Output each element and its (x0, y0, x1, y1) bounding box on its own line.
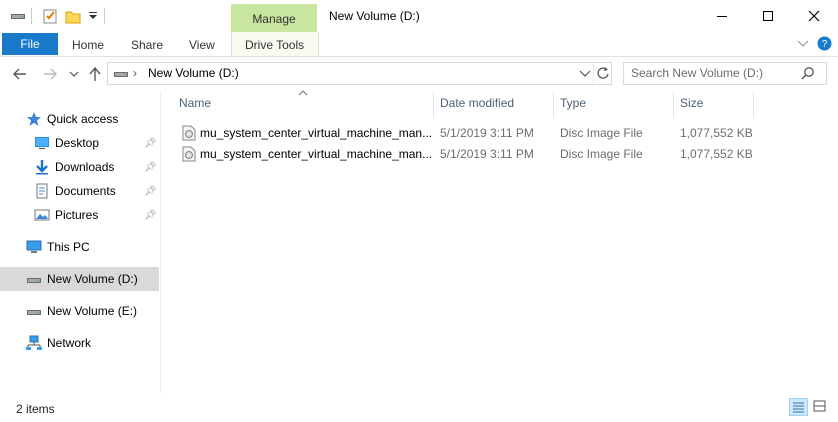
file-type: Disc Image File (560, 126, 643, 140)
details-view-button[interactable] (789, 398, 808, 416)
manage-label: Manage (252, 12, 296, 26)
column-header-name[interactable]: Name (179, 96, 211, 110)
pin-icon[interactable]: 📌︎ (144, 210, 157, 221)
large-icons-view-icon (813, 400, 826, 412)
large-icons-view-button[interactable] (811, 398, 830, 416)
arrow-up-icon (89, 66, 101, 81)
close-button[interactable] (791, 0, 837, 32)
toolbar-divider (104, 8, 105, 24)
file-type: Disc Image File (560, 147, 643, 161)
nav-item-documents[interactable]: Documents 📌︎ (0, 179, 159, 203)
customize-dropdown-icon[interactable] (86, 8, 102, 24)
status-bar (0, 394, 838, 422)
nav-label: New Volume (D:) (47, 272, 138, 286)
nav-item-desktop[interactable]: Desktop 📌︎ (0, 131, 159, 155)
up-button[interactable] (85, 64, 105, 84)
sort-ascending-icon (297, 86, 309, 96)
star-icon (26, 111, 42, 127)
help-icon[interactable]: ? (817, 36, 832, 51)
address-dropdown-icon[interactable] (579, 68, 591, 78)
nav-item-new-volume-e[interactable]: New Volume (E:) (0, 299, 159, 323)
computer-icon (26, 239, 42, 255)
file-size: 1,077,552 KB (680, 147, 753, 161)
item-count: 2 items (16, 402, 55, 416)
window-title: New Volume (D:) (329, 9, 420, 23)
nav-label: Downloads (55, 160, 115, 174)
disc-image-file-icon (181, 125, 197, 141)
nav-item-downloads[interactable]: Downloads 📌︎ (0, 155, 159, 179)
tab-home[interactable]: Home (72, 38, 104, 52)
drive-icon (26, 271, 42, 287)
refresh-icon[interactable] (596, 66, 610, 80)
chevron-down-icon (69, 71, 79, 77)
tab-file[interactable]: File (2, 33, 58, 55)
nav-item-pictures[interactable]: Pictures 📌︎ (0, 203, 159, 227)
details-view-icon (793, 402, 804, 413)
maximize-button[interactable] (745, 0, 791, 32)
column-divider[interactable] (433, 92, 434, 118)
svg-text:?: ? (822, 39, 828, 50)
address-divider (593, 62, 594, 84)
search-input[interactable]: Search New Volume (D:) (631, 66, 763, 80)
forward-button[interactable] (40, 64, 60, 84)
file-size: 1,077,552 KB (680, 126, 753, 140)
recent-locations-button[interactable] (64, 64, 84, 84)
pin-icon[interactable]: 📌︎ (144, 162, 157, 173)
drive-icon[interactable] (10, 8, 26, 24)
nav-label: Quick access (47, 112, 119, 126)
documents-icon (34, 183, 50, 199)
breadcrumb-separator-icon: › (133, 66, 137, 80)
tab-view[interactable]: View (189, 38, 215, 52)
ribbon-expand-icon[interactable] (796, 38, 810, 50)
toolbar-divider (31, 8, 32, 24)
properties-check-icon[interactable] (42, 8, 58, 24)
desktop-icon (34, 135, 50, 151)
breadcrumb-segment[interactable]: New Volume (D:) (148, 66, 239, 80)
nav-label: Documents (55, 184, 116, 198)
back-button[interactable] (10, 64, 30, 84)
nav-label: Network (47, 336, 92, 350)
disc-image-file-icon (181, 146, 197, 162)
tab-drive-tools[interactable]: Drive Tools (245, 38, 304, 52)
column-header-type[interactable]: Type (560, 96, 586, 110)
nav-label: Pictures (55, 208, 99, 222)
drive-icon (26, 303, 42, 319)
nav-item-quick-access[interactable]: Quick access (0, 107, 159, 131)
minimize-button[interactable] (699, 0, 745, 32)
file-date-modified: 5/1/2019 3:11 PM (440, 147, 534, 161)
pin-icon[interactable]: 📌︎ (144, 138, 157, 149)
nav-item-network[interactable]: Network (0, 331, 159, 355)
column-divider[interactable] (673, 92, 674, 118)
file-name[interactable]: mu_system_center_virtual_machine_man... (200, 147, 432, 161)
nav-item-new-volume-d[interactable]: New Volume (D:) (0, 267, 159, 291)
new-folder-icon[interactable] (65, 8, 81, 24)
nav-label: This PC (47, 240, 90, 254)
arrow-right-icon (44, 68, 57, 80)
nav-item-this-pc[interactable]: This PC (0, 235, 159, 259)
minimize-icon (717, 16, 727, 17)
file-name[interactable]: mu_system_center_virtual_machine_man... (200, 126, 432, 140)
ribbon-tab-bar (0, 32, 838, 57)
nav-label: Desktop (55, 136, 100, 150)
maximize-icon (763, 11, 773, 21)
network-icon (26, 335, 42, 351)
download-icon (34, 159, 50, 175)
file-date-modified: 5/1/2019 3:11 PM (440, 126, 534, 140)
drive-icon (113, 66, 129, 82)
pin-icon[interactable]: 📌︎ (144, 186, 157, 197)
search-icon[interactable] (801, 66, 815, 80)
tab-share[interactable]: Share (131, 38, 163, 52)
nav-label: New Volume (E:) (47, 304, 138, 318)
column-header-size[interactable]: Size (680, 96, 703, 110)
close-icon (808, 10, 820, 22)
pictures-icon (34, 207, 50, 223)
arrow-left-icon (13, 68, 26, 80)
column-header-date-modified[interactable]: Date modified (440, 96, 514, 110)
column-divider[interactable] (753, 92, 754, 118)
column-divider[interactable] (553, 92, 554, 118)
